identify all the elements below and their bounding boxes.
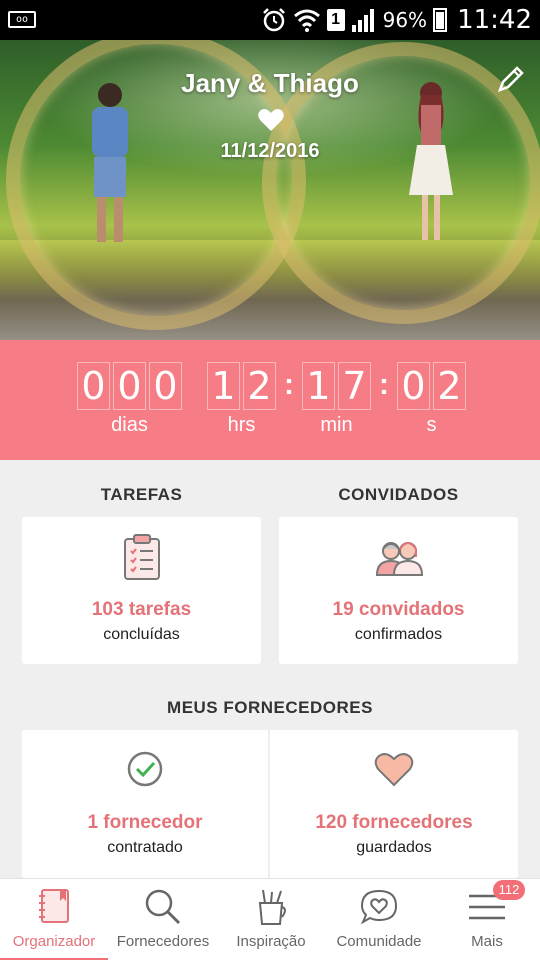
tasks-count: 103 tarefas <box>91 599 192 620</box>
pencil-cup-icon <box>258 889 286 925</box>
couple-names: Jany & Thiago <box>181 68 359 98</box>
nav-fornecedores[interactable]: Fornecedores <box>108 879 218 960</box>
guests-card[interactable]: 19 convidados confirmados <box>279 517 518 664</box>
voicemail-icon: oo <box>8 11 36 28</box>
countdown-label-minutes: min <box>320 414 353 436</box>
heart-icon <box>258 109 284 131</box>
countdown-digit: 0 <box>77 362 110 410</box>
nav-label: Comunidade <box>336 933 422 950</box>
battery-icon <box>433 8 448 32</box>
countdown-digit: 7 <box>338 362 371 410</box>
heart-icon <box>374 753 414 787</box>
hired-vendors-caption: contratado <box>107 839 183 856</box>
hired-vendors-count: 1 fornecedor <box>87 812 203 833</box>
status-icons: 1 96% 11:42 <box>261 0 532 40</box>
signal-icon <box>351 9 374 32</box>
sim-indicator: 1 <box>326 9 345 31</box>
guests-count: 19 convidados <box>332 599 465 620</box>
wedding-date: 11/12/2016 <box>220 140 320 162</box>
guests-section-title: CONVIDADOS <box>338 485 459 504</box>
bottom-navigation: Organizador Fornecedores Inspiração Comu… <box>0 878 540 960</box>
nav-label: Mais <box>471 933 503 950</box>
alarm-icon <box>262 8 285 32</box>
countdown-label-days: dias <box>111 414 148 436</box>
nav-inspiracao[interactable]: Inspiração <box>218 879 324 960</box>
hired-vendors-card[interactable]: 1 fornecedor contratado <box>22 730 268 878</box>
status-bar: oo 1 96% 11:42 <box>0 0 540 40</box>
countdown-digit: 1 <box>302 362 335 410</box>
chat-heart-icon <box>360 889 398 925</box>
vendors-section-title: MEUS FORNECEDORES <box>167 698 373 717</box>
wifi-icon <box>293 9 320 32</box>
tasks-section-title: TAREFAS <box>100 485 183 504</box>
guests-caption: confirmados <box>354 626 443 643</box>
search-icon <box>145 889 181 925</box>
saved-vendors-count: 120 fornecedores <box>315 812 473 833</box>
countdown-label-seconds: s <box>426 414 437 436</box>
countdown-timer: 0 0 0 1 2 : 1 7 : 0 2 dias hrs min s <box>0 340 540 460</box>
countdown-digit: 2 <box>243 362 276 410</box>
pencil-icon[interactable] <box>496 64 526 94</box>
nav-organizador[interactable]: Organizador <box>0 879 108 960</box>
clipboard-checklist-icon <box>123 534 160 580</box>
nav-comunidade[interactable]: Comunidade <box>324 879 434 960</box>
countdown-digit: 0 <box>397 362 430 410</box>
guests-icon <box>375 542 423 576</box>
countdown-digit: 0 <box>149 362 182 410</box>
saved-vendors-caption: guardados <box>356 839 432 856</box>
check-circle-icon <box>127 751 163 787</box>
countdown-label-hours: hrs <box>227 414 256 436</box>
couple-photo-header: Jany & Thiago 11/12/2016 <box>0 40 540 340</box>
tasks-card[interactable]: 103 tarefas concluídas <box>22 517 261 664</box>
nav-label: Organizador <box>12 933 96 950</box>
nav-label: Fornecedores <box>116 933 210 950</box>
countdown-separator: : <box>284 368 294 401</box>
countdown-separator: : <box>379 368 389 401</box>
nav-label: Inspiração <box>236 933 306 950</box>
tasks-caption: concluídas <box>103 626 180 643</box>
notification-badge: 112 <box>493 880 525 900</box>
saved-vendors-card[interactable]: 120 fornecedores guardados <box>270 730 518 878</box>
countdown-digit: 1 <box>207 362 240 410</box>
notebook-icon <box>39 889 69 923</box>
countdown-digit: 2 <box>433 362 466 410</box>
countdown-digit: 0 <box>113 362 146 410</box>
battery-percent: 96% <box>382 8 428 32</box>
clock: 11:42 <box>457 5 532 35</box>
